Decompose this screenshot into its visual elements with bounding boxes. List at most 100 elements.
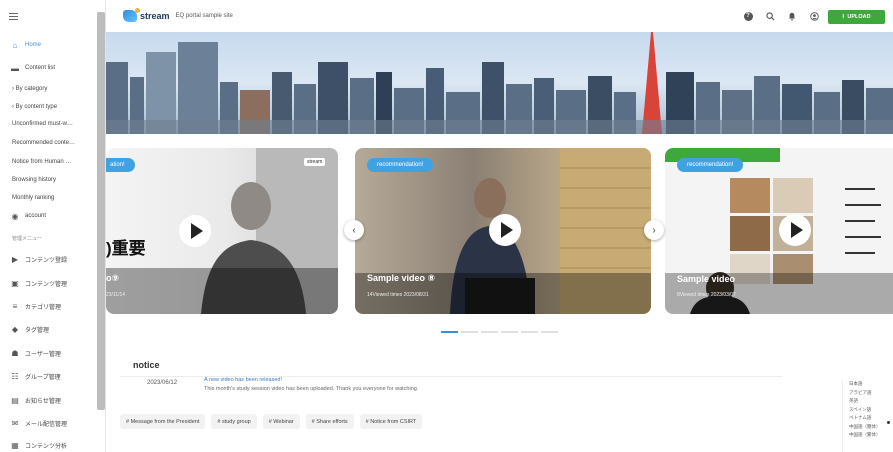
language-menu: 日本語 アラビア語 英語 スペイン語 ベトナム語 中国語（簡体） 中国語（繁体） <box>842 380 893 452</box>
sidebar-item-tag-manage[interactable]: ◆ タグ管理 <box>0 320 96 338</box>
carousel-dot[interactable] <box>521 331 538 333</box>
sidebar-item-recommended[interactable]: Recommended conte… <box>0 134 96 152</box>
sidebar: ⌂ Home ▬ Content list › By category › By… <box>0 0 106 452</box>
search-icon[interactable] <box>765 11 775 21</box>
carousel-dot[interactable] <box>501 331 518 333</box>
help-icon[interactable]: ? <box>743 11 753 21</box>
users-icon: ☗ <box>11 348 19 358</box>
account-icon: ◉ <box>11 211 19 221</box>
play-icon[interactable] <box>179 215 211 247</box>
carousel-prev-button[interactable]: ‹ <box>344 220 364 240</box>
sidebar-item-group-manage[interactable]: ☷ グループ管理 <box>0 367 96 385</box>
city-skyline-image <box>106 32 893 134</box>
sidebar-item-label: Monthly ranking <box>12 195 55 201</box>
sidebar-item-content-analysis[interactable]: ▦ コンテンツ分析 <box>0 436 96 452</box>
play-icon[interactable] <box>779 214 811 246</box>
video-card[interactable]: recommendation! Sample video ⑧ 14Viewed … <box>355 148 651 314</box>
language-option[interactable]: 中国語（繁体） <box>843 431 893 440</box>
tag-chip[interactable]: # Share efforts <box>305 414 354 429</box>
carousel-dot[interactable] <box>541 331 558 333</box>
sidebar-item-unconfirmed[interactable]: Unconfirmed must-w… <box>0 115 96 133</box>
chevron-left-icon: ‹ <box>352 224 356 236</box>
video-icon: ▶ <box>11 254 19 264</box>
site-logo[interactable]: stream EQ portal sample site <box>123 8 233 22</box>
video-title: Sample video ⑧ <box>367 273 436 283</box>
notice-date: 2023/06/12 <box>147 380 178 386</box>
sidebar-item-label: Recommended conte… <box>12 140 76 146</box>
group-icon: ☷ <box>11 371 19 381</box>
logo-icon <box>123 8 140 22</box>
video-thumbnail <box>106 148 338 314</box>
sidebar-item-content-register[interactable]: ▶ コンテンツ登録 <box>0 250 96 268</box>
video-meta: 8Viewed times 2023/03/07 <box>677 292 736 298</box>
hamburger-menu-icon[interactable] <box>9 13 18 20</box>
user-icon[interactable] <box>809 11 819 21</box>
upload-label: UPLOAD <box>847 14 871 20</box>
sidebar-item-label: カテゴリ管理 <box>25 304 62 311</box>
language-option[interactable]: 日本語 <box>843 380 893 389</box>
carousel-next-button[interactable]: › <box>644 220 664 240</box>
sidebar-item-label: コンテンツ分析 <box>25 443 68 450</box>
tag-chip[interactable]: # Webinar <box>262 414 300 429</box>
home-icon: ⌂ <box>12 40 18 50</box>
content-manage-icon: ▣ <box>11 278 19 288</box>
sidebar-item-notice-from-human[interactable]: Notice from Human … <box>0 153 96 171</box>
sidebar-item-by-category[interactable]: › By category <box>0 80 96 98</box>
language-option[interactable]: スペイン語 <box>843 406 893 415</box>
sidebar-item-text: By category <box>15 86 48 92</box>
language-option[interactable]: 英語 <box>843 397 893 406</box>
sidebar-item-label: Browsing history <box>12 177 57 183</box>
folder-icon: ▬ <box>11 63 19 73</box>
sidebar-item-account[interactable]: ◉ account <box>0 207 96 225</box>
video-title: o⑨ <box>106 273 120 283</box>
sidebar-item-label: お知らせ管理 <box>25 398 61 405</box>
sidebar-item-label: account <box>25 213 47 219</box>
carousel-pagination <box>441 331 558 333</box>
video-card[interactable]: ation! )重要 stream o⑨ 23/11/14 <box>106 148 338 314</box>
sidebar-item-label: コンテンツ管理 <box>25 281 68 288</box>
carousel-dot[interactable] <box>461 331 478 333</box>
analytics-icon: ▦ <box>11 440 19 450</box>
sidebar-item-label: Home <box>25 42 42 48</box>
sidebar-item-user-manage[interactable]: ☗ ユーザー管理 <box>0 344 96 362</box>
thumbnail-text: )重要 <box>106 239 146 258</box>
tag-list: # Message from the President # study gro… <box>120 414 423 429</box>
mail-icon: ✉ <box>11 418 19 428</box>
tag-chip[interactable]: # Notice from CSIRT <box>359 414 423 429</box>
video-card[interactable]: recommendation! Sample video 8Viewed tim… <box>665 148 893 314</box>
upload-button[interactable]: ⭱ UPLOAD <box>828 10 885 24</box>
tag-chip[interactable]: # study group <box>211 414 257 429</box>
sidebar-item-label: メール配信管理 <box>25 421 68 428</box>
selected-language-indicator <box>887 421 890 424</box>
notice-headline-link[interactable]: A new video has been released! <box>204 377 282 383</box>
logo-text: stream <box>140 11 170 21</box>
upload-icon: ⭱ <box>842 13 845 20</box>
tag-chip[interactable]: # Message from the President <box>120 414 206 429</box>
sidebar-item-by-content-type[interactable]: › By content type <box>0 98 96 116</box>
sidebar-item-label: › By content type <box>12 104 57 110</box>
tag-icon: ◆ <box>11 324 19 334</box>
sidebar-item-mail-manage[interactable]: ✉ メール配信管理 <box>0 414 96 432</box>
carousel-dot[interactable] <box>441 331 458 333</box>
sidebar-item-label: Content list <box>25 65 56 71</box>
carousel-dot[interactable] <box>481 331 498 333</box>
sidebar-item-monthly-ranking[interactable]: Monthly ranking <box>0 189 96 207</box>
sidebar-item-category-manage[interactable]: ≡ カテゴリ管理 <box>0 297 96 315</box>
video-meta: 14Viewed times 2023/08/31 <box>367 292 429 298</box>
language-option[interactable]: ベトナム語 <box>843 414 893 423</box>
sidebar-item-notice-manage[interactable]: ▤ お知らせ管理 <box>0 391 96 409</box>
notice-body: This month's study session video has bee… <box>204 386 419 392</box>
language-option[interactable]: 中国語（簡体） <box>843 423 893 432</box>
bell-icon[interactable] <box>787 11 797 21</box>
sidebar-item-home[interactable]: ⌂ Home <box>0 36 96 54</box>
sidebar-scrollbar[interactable] <box>97 12 105 410</box>
video-carousel: ation! )重要 stream o⑨ 23/11/14 recommenda… <box>106 134 893 344</box>
sidebar-item-label: タグ管理 <box>25 327 50 334</box>
language-option[interactable]: アラビア語 <box>843 389 893 398</box>
hero-banner <box>106 32 893 134</box>
sidebar-item-content-manage[interactable]: ▣ コンテンツ管理 <box>0 274 96 292</box>
sidebar-item-browsing-history[interactable]: Browsing history <box>0 171 96 189</box>
play-icon[interactable] <box>489 214 521 246</box>
sidebar-item-content-list[interactable]: ▬ Content list <box>0 59 96 77</box>
site-name: EQ portal sample site <box>175 13 233 19</box>
